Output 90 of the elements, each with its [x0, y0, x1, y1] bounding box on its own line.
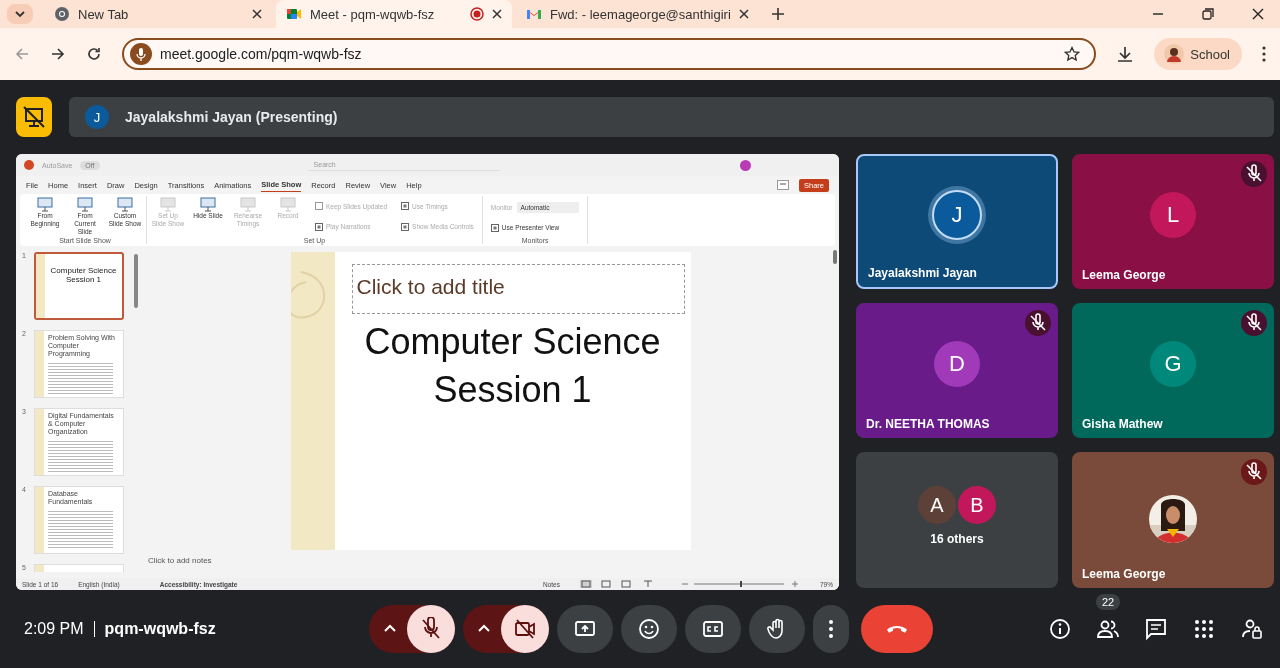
close-icon[interactable]: [1252, 8, 1264, 20]
participant-count: 16 others: [930, 532, 984, 546]
presentation-screen-icon: [160, 196, 176, 212]
participant-name: Dr. NEETHA THOMAS: [866, 417, 990, 431]
captions-button[interactable]: [685, 605, 741, 653]
accent-stripe: [35, 409, 44, 475]
new-tab-icon[interactable]: [770, 7, 785, 21]
presentation-screen-icon: [37, 196, 53, 212]
microphone-button[interactable]: [407, 605, 455, 653]
meeting-time: 2:09 PM: [24, 620, 84, 638]
participant-name: Gisha Mathew: [1082, 417, 1163, 431]
chat-icon: [1144, 617, 1168, 641]
info-button[interactable]: [1048, 617, 1072, 641]
forward-icon[interactable]: [50, 46, 66, 62]
scrollbar[interactable]: [134, 254, 138, 308]
host-button[interactable]: [1240, 617, 1264, 641]
participant-name: Leema George: [1082, 567, 1166, 581]
avatar: J: [85, 105, 109, 129]
accent-stripe: [36, 254, 45, 318]
menu-icon[interactable]: [1262, 46, 1266, 62]
presentation-screen-icon: [280, 196, 296, 212]
microphone-off-icon: [419, 617, 443, 641]
close-icon[interactable]: [738, 9, 749, 19]
scrollbar[interactable]: [833, 250, 837, 264]
thumbnail-title: Computer Science Session 1: [49, 265, 118, 286]
participant-name: Jayalakshmi Jayan: [868, 266, 977, 280]
participant-tile[interactable]: J Jayalakshmi Jayan: [856, 154, 1058, 289]
participant-name: Leema George: [1082, 268, 1166, 282]
apps-button[interactable]: [1192, 617, 1216, 641]
camera-button[interactable]: [501, 605, 549, 653]
accent-stripe: [35, 487, 44, 553]
present-button[interactable]: [557, 605, 613, 653]
close-icon[interactable]: [492, 9, 502, 19]
profile-name: School: [1190, 46, 1230, 62]
url-text: meet.google.com/pqm-wqwb-fsz: [160, 46, 363, 62]
meeting-code: pqm-wqwb-fsz: [104, 620, 216, 638]
presentation-screen-icon: [240, 196, 256, 212]
avatar: D: [934, 340, 980, 387]
slide-subtitle: Computer Science Session 1: [363, 320, 662, 412]
more-options-icon: [829, 620, 833, 638]
participant-tile[interactable]: D Dr. NEETHA THOMAS: [856, 303, 1058, 438]
presentation-screen-icon: [117, 196, 133, 212]
notes-field[interactable]: Click to add notes: [142, 556, 839, 565]
close-icon[interactable]: [252, 9, 262, 19]
avatar-icon: [1164, 44, 1185, 64]
download-icon[interactable]: [1116, 45, 1135, 63]
participant-tile[interactable]: L Leema George: [1072, 154, 1274, 289]
profile-chip[interactable]: School: [1154, 38, 1242, 70]
checkbox[interactable]: [490, 223, 499, 232]
avatar: L: [1150, 191, 1196, 238]
comment-icon[interactable]: [777, 180, 789, 190]
browser-tab[interactable]: Fwd: - leemageorge@santhigiri: [516, 0, 759, 28]
browser-tab[interactable]: New Tab: [44, 0, 272, 28]
count-badge: 22: [1096, 594, 1121, 610]
accent-stripe: [35, 331, 44, 397]
avatar: A: [918, 486, 956, 524]
bookmark-star-icon[interactable]: [1064, 46, 1081, 62]
presentation-screen-icon: [200, 196, 216, 212]
back-icon[interactable]: [14, 46, 30, 62]
emoji-button[interactable]: [621, 605, 677, 653]
more-options-button[interactable]: [813, 605, 849, 653]
chat-button[interactable]: [1144, 617, 1168, 641]
browser-tab[interactable]: Meet - pqm-wqwb-fsz: [276, 0, 512, 28]
presenter-name: Jayalakshmi Jayan (Presenting): [125, 109, 338, 125]
restore-icon[interactable]: [1202, 8, 1214, 20]
info-icon: [1048, 617, 1072, 641]
emoji-icon: [637, 617, 661, 641]
person-lock-icon: [1240, 617, 1264, 641]
tab-search-icon[interactable]: [6, 3, 34, 25]
presentation-screen-icon: [77, 196, 93, 212]
title-placeholder[interactable]: Click to add title: [351, 264, 685, 314]
avatar: G: [1150, 340, 1196, 387]
microphone-icon: [130, 43, 152, 65]
hand-button[interactable]: [749, 605, 805, 653]
participant-tile[interactable]: A B 16 others: [856, 452, 1058, 588]
participant-tile[interactable]: G Gisha Mathew: [1072, 303, 1274, 438]
address-bar[interactable]: meet.google.com/pqm-wqwb-fsz: [122, 38, 1097, 70]
end-call-icon: [887, 625, 907, 633]
avatar: B: [958, 486, 996, 524]
presentation-off-icon[interactable]: [16, 97, 52, 137]
avatar: J: [932, 189, 982, 240]
participant-tile[interactable]: Leema George: [1072, 452, 1274, 588]
account-avatar[interactable]: [740, 159, 751, 171]
video-camera-icon: [286, 6, 302, 22]
reload-icon[interactable]: [86, 46, 102, 62]
slide-thumbnail[interactable]: Computer Science Session 1: [34, 252, 124, 320]
leave-call-button[interactable]: [861, 605, 933, 653]
apps-grid-icon: [1192, 617, 1216, 641]
camera-off-icon: [513, 617, 537, 641]
zoom-slider-icon[interactable]: [680, 580, 800, 588]
